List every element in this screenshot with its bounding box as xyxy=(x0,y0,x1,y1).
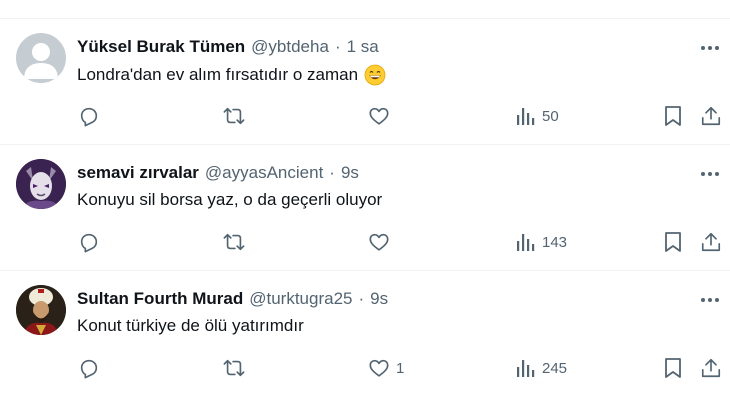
like-count: 1 xyxy=(396,359,405,377)
views-icon[interactable]: 50 xyxy=(516,103,559,129)
share-icon[interactable] xyxy=(700,103,722,129)
author-handle[interactable]: @turktugra25 xyxy=(249,289,352,309)
tweet-actions: 1 245 xyxy=(0,355,730,381)
reply-icon[interactable] xyxy=(78,103,100,129)
avatar[interactable] xyxy=(16,33,66,83)
masked-character-avatar-icon xyxy=(16,159,66,209)
like-icon[interactable] xyxy=(368,229,396,255)
tweet-text-content: Konut türkiye de ölü yatırımdır xyxy=(77,316,304,335)
bookmark-icon[interactable] xyxy=(663,103,683,129)
tweet-header: Sultan Fourth Murad @turktugra25 · 9s xyxy=(77,288,388,310)
grinning-face-emoji-icon xyxy=(364,64,386,86)
author-name[interactable]: Yüksel Burak Tümen xyxy=(77,37,245,57)
separator: · xyxy=(329,163,335,182)
author-name[interactable]: semavi zırvalar xyxy=(77,163,199,183)
avatar[interactable] xyxy=(16,285,66,335)
retweet-icon[interactable] xyxy=(222,355,246,381)
separator: · xyxy=(358,289,365,308)
tweet-actions: 143 xyxy=(0,229,730,255)
like-icon[interactable]: 1 xyxy=(368,355,404,381)
tweet-header: Yüksel Burak Tümen @ybtdeha · 1 sa xyxy=(77,36,379,58)
views-icon[interactable]: 143 xyxy=(516,229,567,255)
bookmark-icon[interactable] xyxy=(663,229,683,255)
author-handle[interactable]: @ybtdeha xyxy=(251,37,329,57)
tweet-text: Konut türkiye de ölü yatırımdır xyxy=(77,316,304,336)
separator: · xyxy=(334,37,341,56)
default-avatar-icon xyxy=(16,33,66,83)
author-handle[interactable]: @ayyasAncient xyxy=(205,163,323,183)
tweet-2[interactable]: semavi zırvalar @ayyasAncient · 9s Konuy… xyxy=(0,145,730,271)
more-icon[interactable] xyxy=(696,39,724,57)
tweet-header: semavi zırvalar @ayyasAncient · 9s xyxy=(77,162,359,184)
views-count: 143 xyxy=(542,233,568,251)
sultan-portrait-avatar-icon xyxy=(16,285,66,335)
timestamp[interactable]: 9s xyxy=(370,289,388,309)
author-name[interactable]: Sultan Fourth Murad xyxy=(77,289,243,309)
tweet-text: Konuyu sil borsa yaz, o da geçerli oluyo… xyxy=(77,190,382,210)
views-icon[interactable]: 245 xyxy=(516,355,567,381)
more-icon[interactable] xyxy=(696,165,724,183)
tweet-text-content: Konuyu sil borsa yaz, o da geçerli oluyo… xyxy=(77,190,383,209)
share-icon[interactable] xyxy=(700,229,722,255)
retweet-icon[interactable] xyxy=(222,229,246,255)
reply-icon[interactable] xyxy=(78,229,100,255)
views-count: 245 xyxy=(542,359,568,377)
views-count: 50 xyxy=(542,107,559,125)
reply-icon[interactable] xyxy=(78,355,100,381)
tweet-3[interactable]: Sultan Fourth Murad @turktugra25 · 9s Ko… xyxy=(0,271,730,397)
tweet-actions: 50 xyxy=(0,103,730,129)
retweet-icon[interactable] xyxy=(222,103,246,129)
timestamp[interactable]: 1 sa xyxy=(347,37,379,57)
tweet-text: Londra'dan ev alım fırsatıdır o zaman xyxy=(77,64,386,86)
like-icon[interactable] xyxy=(368,103,396,129)
tweet-text-content: Londra'dan ev alım fırsatıdır o zaman xyxy=(77,65,359,84)
bookmark-icon[interactable] xyxy=(663,355,683,381)
tweet-1[interactable]: Yüksel Burak Tümen @ybtdeha · 1 sa Londr… xyxy=(0,19,730,145)
more-icon[interactable] xyxy=(696,291,724,309)
timestamp[interactable]: 9s xyxy=(341,163,359,183)
share-icon[interactable] xyxy=(700,355,722,381)
avatar[interactable] xyxy=(16,159,66,209)
